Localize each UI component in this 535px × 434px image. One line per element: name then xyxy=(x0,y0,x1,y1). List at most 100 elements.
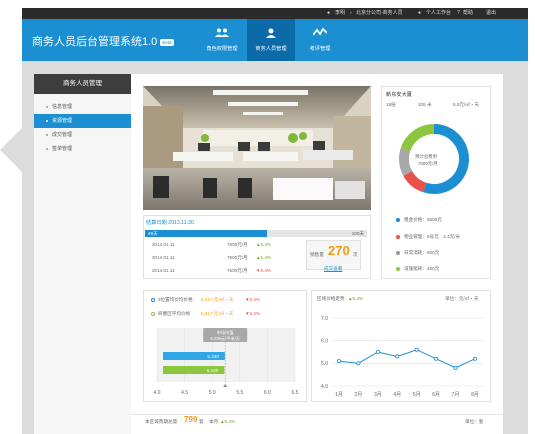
trend-point[interactable] xyxy=(356,361,361,366)
bar-value-label: 5.230 xyxy=(207,354,219,359)
legend-rent-dot xyxy=(396,218,400,222)
row-change: ▼5.4% xyxy=(256,268,272,273)
row-date: 2014.01.11 xyxy=(152,268,175,273)
legend-marker xyxy=(151,298,155,302)
fee-property: 物业管理：6号元 2.4元/米 xyxy=(404,234,461,239)
x-tick-label: 4.5 xyxy=(181,390,188,396)
compare-change: ▼5.4% xyxy=(245,311,261,316)
nav-business-staff[interactable]: 商务人员管理 xyxy=(247,19,295,61)
x-tick-label: 5.0 xyxy=(209,390,216,396)
bullet-icon xyxy=(46,134,48,136)
trend-point[interactable] xyxy=(375,350,380,355)
x-tick-label: 5月 xyxy=(413,392,421,398)
donut-center-label: 预计总费用 xyxy=(415,154,437,159)
compare-value: 5.417 元/㎡・天 xyxy=(201,297,234,302)
property-name: 新东安大厦 xyxy=(386,92,412,98)
x-tick-label: 4.0 xyxy=(154,390,161,396)
property-price: 6.5元/㎡・天 xyxy=(453,102,480,107)
legend-property-dot xyxy=(396,235,400,239)
bar-value-label: 5.220 xyxy=(207,368,219,373)
x-tick-label: 6.5 xyxy=(292,390,299,396)
sales-label: 销售量 xyxy=(310,252,324,257)
fee-rent: 租金价格：5500元 xyxy=(404,217,442,222)
x-tick-label: 7月 xyxy=(452,392,460,398)
compare-change: ▼5.4% xyxy=(245,297,261,302)
workbench-link[interactable]: 个人工作台 xyxy=(426,8,451,19)
trend-point[interactable] xyxy=(453,365,458,370)
help-icon: ? xyxy=(457,10,460,16)
user-org: 北京分公司-商务人员 xyxy=(356,10,403,16)
users-icon xyxy=(215,28,229,37)
trend-change: ▲5.4% xyxy=(348,296,364,301)
donut-slice-1 xyxy=(403,170,427,193)
y-tick-label: 6.0 xyxy=(321,338,328,344)
legend-energy-dot xyxy=(396,267,400,271)
reference-marker xyxy=(223,384,228,387)
compare-label: 商圈区平均价格 xyxy=(158,311,191,316)
price-trend-chart: 7.0 6.0 5.0 4.0 1月 2月 3月 4月 5月 6月 7月 8月 xyxy=(321,316,483,398)
sidebar-item-deals[interactable]: 成交管理 xyxy=(34,128,131,142)
beta-badge: Beta xyxy=(160,38,174,46)
sales-value: 270 xyxy=(328,243,350,258)
progress-fill xyxy=(145,230,268,237)
compare-value: 5.417 元/㎡・天 xyxy=(201,311,234,316)
price-compare-chart: 4.0 4.5 5.0 5.5 6.0 6.5 市场均值5.235元/平米/天 5.230 5.… xyxy=(154,328,299,396)
compare-label: 3位置均价均价格 xyxy=(158,297,193,302)
office-photo xyxy=(143,86,371,210)
nav-label: 商务人员管理 xyxy=(255,46,287,52)
footer-label: 本区域周期总量 xyxy=(145,419,178,424)
trend-unit: 单位：元/㎡・天 xyxy=(445,296,479,301)
donut-slice-3 xyxy=(400,124,435,152)
y-tick-label: 4.0 xyxy=(321,384,328,390)
sidebar-item-info[interactable]: 信息管理 xyxy=(34,100,131,114)
x-tick-label: 3月 xyxy=(374,392,382,398)
nav-label: 角色权限管理 xyxy=(206,46,238,52)
x-tick-label: 6月 xyxy=(432,392,440,398)
row-price: 7600元/月 xyxy=(227,242,248,247)
sidebar-item-resources[interactable]: 资源管理 xyxy=(34,114,131,128)
footer-month-change: ▲5.4% xyxy=(220,419,236,424)
sales-unit: 次 xyxy=(353,252,358,257)
settlement-progress: 49天 100天 xyxy=(145,230,367,237)
settlement-title: 结算日期 2013.11.30 xyxy=(146,220,194,226)
legend-daily-dot xyxy=(396,251,400,255)
top-bar: ● 李明 › 北京分公司-商务人员 ● 个人工作台 ? 帮助 退出 xyxy=(22,8,528,19)
trend-point[interactable] xyxy=(395,354,400,359)
app-title: 商务人员后台管理系统1.0 Beta xyxy=(32,36,174,48)
sidebar-title: 商务人员管理 xyxy=(34,74,131,94)
trend-line xyxy=(338,349,476,369)
sidebar-item-contracts[interactable]: 签单管理 xyxy=(34,142,131,156)
trend-point[interactable] xyxy=(336,359,341,364)
user-name[interactable]: 李明 xyxy=(335,8,345,19)
footer-value-unit: 套 xyxy=(199,419,204,424)
y-tick-label: 7.0 xyxy=(321,316,328,322)
nav-role-permission[interactable]: 角色权限管理 xyxy=(198,19,246,61)
row-price: 7600元/月 xyxy=(227,268,248,273)
row-date: 2014.01.11 xyxy=(152,242,175,247)
x-tick-label: 1月 xyxy=(335,392,343,398)
bullet-icon xyxy=(46,120,48,122)
legend-marker xyxy=(151,312,155,316)
collapse-arrow[interactable] xyxy=(0,128,22,172)
help-link[interactable]: 帮助 xyxy=(463,8,473,19)
trend-point[interactable] xyxy=(434,356,439,361)
trend-point[interactable] xyxy=(414,347,419,352)
header: 商务人员后台管理系统1.0 Beta 角色权限管理 商务人员管理 考评管理 xyxy=(22,19,528,61)
view-deals-link[interactable]: 成交查看 xyxy=(324,266,342,272)
x-tick-label: 5.5 xyxy=(236,390,243,396)
chart-line-icon xyxy=(313,28,327,36)
breadcrumb-separator: › xyxy=(350,10,352,16)
user-icon: ● xyxy=(327,10,331,16)
footer-unit: 单位：套 xyxy=(465,419,484,424)
logout-link[interactable]: 退出 xyxy=(486,8,496,19)
row-price: 7600元/月 xyxy=(227,255,248,260)
property-height: 105 米 xyxy=(418,102,432,107)
nav-evaluation[interactable]: 考评管理 xyxy=(296,19,344,61)
trend-point[interactable] xyxy=(472,356,477,361)
nav-label: 考评管理 xyxy=(309,46,331,52)
sidebar: 商务人员管理 信息管理 资源管理 成交管理 签单管理 xyxy=(34,74,131,434)
bullet-icon xyxy=(46,148,48,150)
donut-center-value: 7000元/月 xyxy=(418,161,438,166)
property-floors: 18层 xyxy=(386,102,396,107)
footer-month-label: 本月 xyxy=(209,419,219,424)
